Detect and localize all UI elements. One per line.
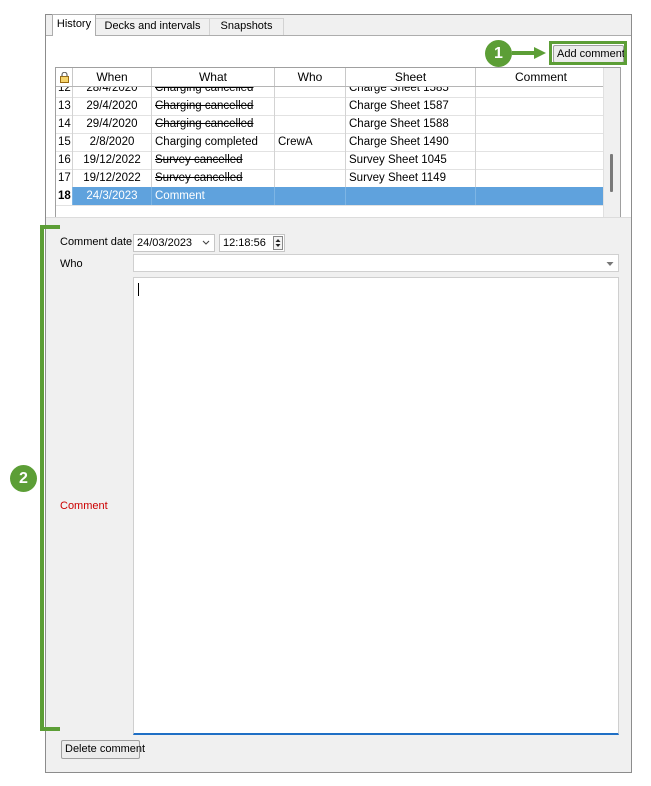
- spin-arrows-icon: [275, 239, 281, 247]
- column-header-who[interactable]: Who: [275, 68, 346, 86]
- when-cell: 29/4/2020: [73, 115, 152, 133]
- who-cell: [275, 87, 346, 97]
- scrollbar-thumb[interactable]: [610, 154, 613, 192]
- table-scrollbar[interactable]: [603, 68, 620, 222]
- who-cell: [275, 97, 346, 115]
- column-header-comment[interactable]: Comment: [476, 68, 606, 86]
- column-header-sheet[interactable]: Sheet: [346, 68, 476, 86]
- table-row[interactable]: 16 19/12/2022 Survey cancelled Survey Sh…: [56, 151, 604, 170]
- when-cell: 2/8/2020: [73, 133, 152, 151]
- sheet-cell: Charge Sheet 1490: [346, 133, 476, 151]
- row-number: 14: [56, 115, 73, 133]
- row-number: 13: [56, 97, 73, 115]
- lock-icon: [60, 72, 69, 83]
- when-cell: 19/12/2022: [73, 169, 152, 187]
- what-cell: Charging cancelled: [152, 97, 275, 115]
- table-header: When What Who Sheet Comment: [56, 68, 604, 87]
- comment-cell: [476, 169, 604, 187]
- row-number: 18: [56, 187, 73, 205]
- row-number: 16: [56, 151, 73, 169]
- table-row[interactable]: 14 29/4/2020 Charging cancelled Charge S…: [56, 115, 604, 134]
- history-table: When What Who Sheet Comment 12 28/4/2020…: [55, 67, 621, 223]
- who-cell: [275, 115, 346, 133]
- chevron-down-icon[interactable]: [202, 239, 210, 247]
- tab-decks-and-intervals[interactable]: Decks and intervals: [95, 18, 210, 35]
- sheet-cell: Survey Sheet 1149: [346, 169, 476, 187]
- sheet-cell: Charge Sheet 1587: [346, 97, 476, 115]
- when-cell: 24/3/2023: [73, 187, 152, 205]
- when-cell: 29/4/2020: [73, 97, 152, 115]
- time-spin-buttons[interactable]: [273, 236, 283, 250]
- what-cell: Survey cancelled: [152, 169, 275, 187]
- tab-history[interactable]: History: [52, 14, 96, 36]
- who-cell: [275, 187, 346, 205]
- table-body: 12 28/4/2020 Charging cancelled Charge S…: [56, 87, 604, 222]
- table-row-selected[interactable]: 18 24/3/2023 Comment: [56, 187, 604, 206]
- who-dropdown[interactable]: [133, 254, 619, 272]
- column-header-what[interactable]: What: [152, 68, 275, 86]
- comment-cell: [476, 97, 604, 115]
- who-cell: CrewA: [275, 133, 346, 151]
- comment-time-spinner[interactable]: 12:18:56: [219, 234, 285, 252]
- table-row[interactable]: 13 29/4/2020 Charging cancelled Charge S…: [56, 97, 604, 116]
- annotation-arrow-icon: [512, 47, 546, 59]
- sheet-cell: Charge Sheet 1588: [346, 115, 476, 133]
- what-cell: Comment: [152, 187, 275, 205]
- table-row[interactable]: 15 2/8/2020 Charging completed CrewA Cha…: [56, 133, 604, 152]
- what-cell: Survey cancelled: [152, 151, 275, 169]
- what-cell: Charging cancelled: [152, 115, 275, 133]
- splitter[interactable]: [46, 217, 631, 224]
- text-cursor: [138, 283, 139, 296]
- comment-date-picker[interactable]: 24/03/2023: [133, 234, 215, 252]
- column-header-when[interactable]: When: [73, 68, 152, 86]
- comment-cell: [476, 133, 604, 151]
- dropdown-arrow-icon[interactable]: [606, 260, 614, 268]
- tab-snapshots[interactable]: Snapshots: [209, 18, 284, 35]
- comment-cell: [476, 151, 604, 169]
- comment-cell: [476, 87, 604, 97]
- annotation-callout-2: 2: [10, 465, 37, 492]
- comment-textarea[interactable]: [133, 277, 619, 735]
- row-number: 12: [56, 87, 73, 97]
- comment-date-label: Comment date: [60, 236, 133, 248]
- history-panel: History Decks and intervals Snapshots Ad…: [45, 14, 632, 773]
- comment-cell: [476, 187, 604, 205]
- comment-cell: [476, 115, 604, 133]
- comment-label: Comment: [60, 500, 108, 512]
- annotation-highlight-box: [549, 41, 627, 65]
- lock-column-header[interactable]: [56, 68, 73, 86]
- annotation-bracket-icon: [40, 225, 60, 731]
- who-cell: [275, 151, 346, 169]
- when-cell: 19/12/2022: [73, 151, 152, 169]
- row-number: 17: [56, 169, 73, 187]
- when-cell: 28/4/2020: [73, 87, 152, 97]
- comment-time-value: 12:18:56: [223, 237, 266, 249]
- row-number: 15: [56, 133, 73, 151]
- sheet-cell: [346, 187, 476, 205]
- what-cell: Charging completed: [152, 133, 275, 151]
- comment-date-value: 24/03/2023: [137, 237, 193, 249]
- table-row[interactable]: 17 19/12/2022 Survey cancelled Survey Sh…: [56, 169, 604, 188]
- who-label: Who: [60, 258, 83, 270]
- what-cell: Charging cancelled: [152, 87, 275, 97]
- sheet-cell: Charge Sheet 1585: [346, 87, 476, 97]
- delete-comment-button[interactable]: Delete comment: [61, 740, 145, 759]
- sheet-cell: Survey Sheet 1045: [346, 151, 476, 169]
- who-cell: [275, 169, 346, 187]
- annotation-callout-1: 1: [485, 40, 512, 67]
